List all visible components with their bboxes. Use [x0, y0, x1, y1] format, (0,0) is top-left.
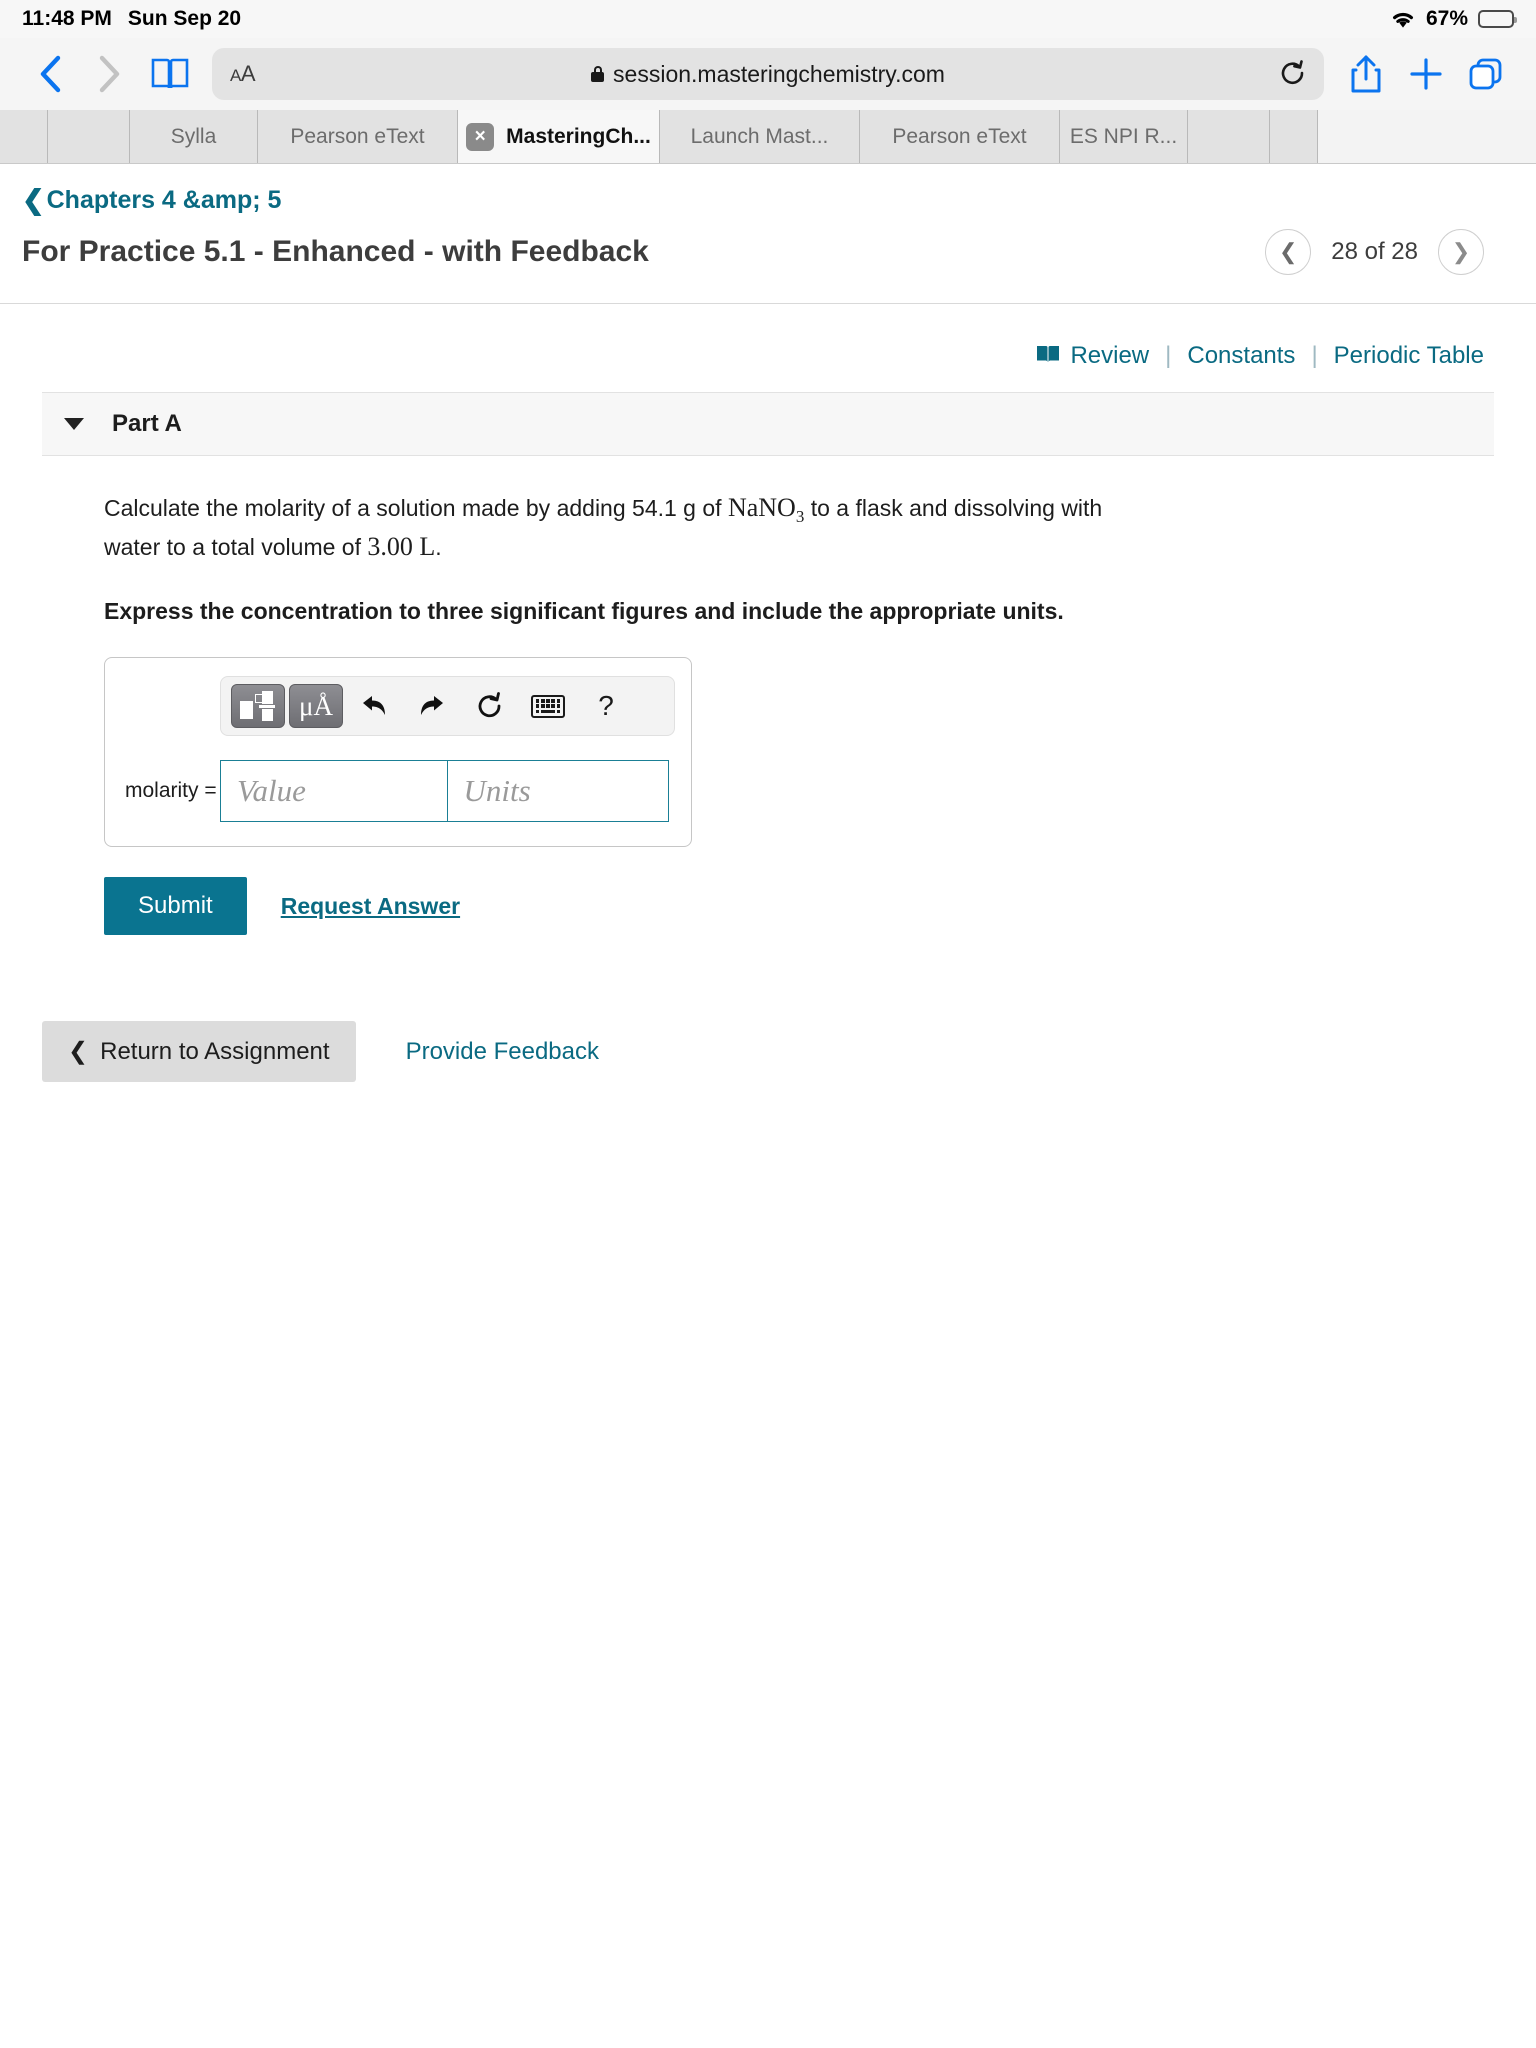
- breadcrumb[interactable]: ❮ Chapters 4 &amp; 5: [0, 164, 1536, 219]
- page-footer: ❮ Return to Assignment Provide Feedback: [42, 1021, 1536, 1083]
- prev-question-button[interactable]: ❮: [1265, 229, 1312, 275]
- lock-icon: [591, 66, 605, 82]
- value-placeholder: Value: [237, 773, 306, 809]
- periodic-table-link[interactable]: Periodic Table: [1334, 342, 1484, 370]
- caret-down-icon[interactable]: [64, 418, 84, 430]
- resource-links: Review | Constants | Periodic Table: [0, 304, 1536, 392]
- ios-status-bar: 11:48 PM Sun Sep 20 67%: [0, 0, 1536, 38]
- browser-tab[interactable]: [1270, 110, 1318, 163]
- share-button[interactable]: [1338, 46, 1394, 102]
- browser-tab[interactable]: [0, 110, 48, 163]
- question-prefix: Calculate the molarity of a solution mad…: [104, 495, 728, 521]
- browser-tab[interactable]: [48, 110, 130, 163]
- browser-tab-label: Pearson eText: [892, 124, 1027, 148]
- assignment-title-row: For Practice 5.1 - Enhanced - with Feedb…: [0, 219, 1536, 304]
- battery-icon: [1478, 10, 1517, 28]
- return-label: Return to Assignment: [100, 1037, 330, 1065]
- browser-tab[interactable]: Launch Mast...: [660, 110, 860, 163]
- answer-label: molarity =: [125, 779, 217, 803]
- browser-tab[interactable]: ES NPI R...: [1060, 110, 1188, 163]
- answer-actions: Submit Request Answer: [104, 877, 1536, 936]
- micro-angstrom-icon[interactable]: μÅ: [289, 684, 343, 729]
- chevron-left-icon: ❮: [22, 185, 45, 215]
- help-icon[interactable]: ?: [579, 682, 633, 730]
- back-button[interactable]: [22, 46, 78, 102]
- value-input[interactable]: Value: [220, 760, 448, 823]
- question-instruction: Express the concentration to three signi…: [104, 598, 1064, 625]
- reset-icon[interactable]: [463, 682, 517, 730]
- browser-tab[interactable]: Pearson eText: [258, 110, 458, 163]
- question-body: Calculate the molarity of a solution mad…: [0, 456, 1536, 936]
- pagination: ❮ 28 of 28 ❯: [1265, 229, 1514, 275]
- status-date: Sun Sep 20: [127, 7, 242, 30]
- submit-button[interactable]: Submit: [104, 877, 247, 936]
- next-question-button[interactable]: ❯: [1438, 229, 1484, 275]
- review-label: Review: [1070, 342, 1150, 369]
- status-time: 11:48 PM: [22, 7, 112, 30]
- question-volume: 3.00 L: [367, 532, 436, 562]
- undo-icon[interactable]: [347, 682, 401, 730]
- tab-strip: Sylla Pearson eText × MasteringCh... Launch …: [0, 110, 1536, 164]
- address-bar[interactable]: AA session.masteringchemistry.com: [212, 48, 1324, 100]
- return-to-assignment-button[interactable]: ❮ Return to Assignment: [42, 1021, 356, 1083]
- math-template-icon[interactable]: [231, 684, 285, 729]
- new-tab-button[interactable]: [1398, 46, 1454, 102]
- keyboard-icon[interactable]: [521, 682, 575, 730]
- browser-toolbar: AA session.masteringchemistry.com: [0, 38, 1536, 110]
- link-separator-1: |: [1165, 342, 1172, 369]
- bookmarks-button[interactable]: [142, 46, 198, 102]
- forward-button[interactable]: [82, 46, 138, 102]
- battery-percent-label: 67%: [1425, 7, 1468, 30]
- part-a-header[interactable]: Part A: [42, 392, 1494, 456]
- page-title: For Practice 5.1 - Enhanced - with Feedb…: [22, 235, 649, 268]
- browser-tab[interactable]: Pearson eText: [860, 110, 1060, 163]
- open-book-icon: [1036, 342, 1060, 370]
- tabs-overview-button[interactable]: [1458, 46, 1514, 102]
- pagination-label: 28 of 28: [1331, 238, 1418, 265]
- review-link[interactable]: Review: [1036, 342, 1149, 370]
- units-button-label: μÅ: [299, 690, 333, 721]
- question-suffix: .: [435, 534, 442, 561]
- question-formula: NaNO3: [727, 493, 805, 527]
- reload-icon[interactable]: [1280, 60, 1306, 88]
- browser-tab[interactable]: [1188, 110, 1270, 163]
- help-label: ?: [598, 690, 614, 722]
- chevron-left-icon: ❮: [68, 1038, 89, 1066]
- url-text: session.masteringchemistry.com: [613, 60, 945, 87]
- question-text: Calculate the molarity of a solution mad…: [104, 490, 1124, 566]
- answer-row: molarity = Value Units: [105, 760, 691, 823]
- answer-toolbar: μÅ ?: [220, 676, 675, 737]
- units-placeholder: Units: [463, 773, 531, 809]
- browser-tab-label: Pearson eText: [290, 124, 425, 148]
- browser-tab-label: MasteringCh...: [506, 124, 651, 148]
- part-a-label: Part A: [112, 410, 182, 437]
- browser-tab[interactable]: × MasteringCh...: [458, 110, 660, 163]
- constants-link[interactable]: Constants: [1187, 342, 1295, 370]
- page-content: ❮ Chapters 4 &amp; 5 For Practice 5.1 - …: [0, 164, 1536, 1083]
- wifi-icon: [1390, 9, 1416, 29]
- redo-icon[interactable]: [405, 682, 459, 730]
- request-answer-link[interactable]: Request Answer: [281, 893, 460, 920]
- close-icon[interactable]: ×: [466, 122, 495, 151]
- answer-input-panel: μÅ ? molarity = Value Units: [104, 657, 692, 848]
- units-input[interactable]: Units: [446, 760, 669, 823]
- browser-tab[interactable]: Sylla: [130, 110, 258, 163]
- text-size-button[interactable]: AA: [230, 61, 256, 87]
- browser-tab-label: Sylla: [170, 124, 217, 148]
- browser-tab-label: ES NPI R...: [1069, 124, 1178, 148]
- provide-feedback-link[interactable]: Provide Feedback: [406, 1038, 599, 1066]
- browser-tab-label: Launch Mast...: [690, 124, 829, 148]
- link-separator-2: |: [1311, 342, 1318, 369]
- breadcrumb-label: Chapters 4 &amp; 5: [46, 186, 282, 214]
